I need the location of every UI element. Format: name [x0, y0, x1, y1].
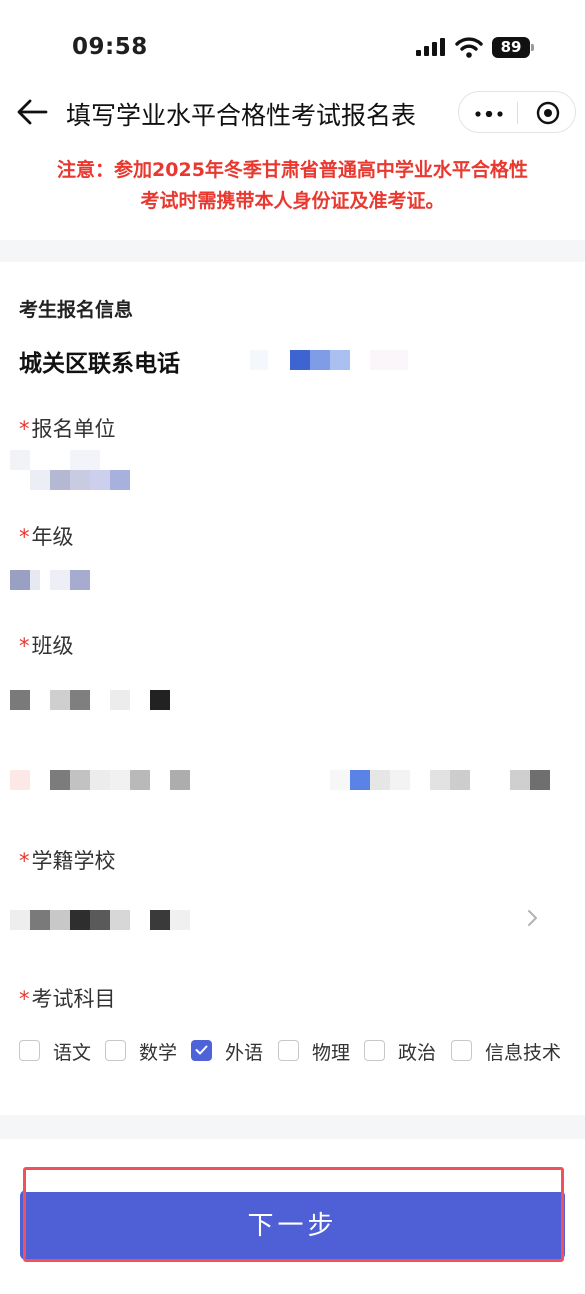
unit-value[interactable] — [10, 450, 140, 492]
field-label-text: 班级 — [31, 634, 74, 658]
wifi-icon — [455, 37, 483, 58]
subject-label: 语文 — [53, 1042, 92, 1064]
checkbox[interactable] — [105, 1040, 126, 1061]
checkbox[interactable] — [19, 1040, 40, 1061]
phone-label: 城关区联系电话 — [19, 351, 180, 377]
required-mark: * — [19, 525, 30, 549]
signal-icon — [416, 38, 445, 56]
field-label-grade: *年级 — [19, 521, 74, 551]
required-mark: * — [19, 849, 30, 873]
notice-line-1: 注意：参加2025年冬季甘肃省普通高中学业水平合格性 — [57, 159, 528, 181]
field-label-school: *学籍学校 — [19, 845, 116, 875]
class-value[interactable] — [10, 690, 180, 710]
field-label-text: 考试科目 — [31, 987, 116, 1011]
battery-tip — [531, 44, 534, 51]
section-title: 考生报名信息 — [19, 299, 134, 321]
field-label-subjects: *考试科目 — [19, 983, 116, 1013]
subject-label: 外语 — [225, 1042, 264, 1064]
field-label-text: 学籍学校 — [31, 849, 116, 873]
required-mark: * — [19, 987, 30, 1011]
school-value[interactable] — [10, 910, 190, 930]
subject-label: 物理 — [312, 1042, 351, 1064]
checkbox[interactable] — [278, 1040, 299, 1061]
capsule-divider — [517, 102, 518, 124]
check-icon — [195, 1045, 208, 1055]
section-divider — [0, 240, 585, 262]
redacted-phone-number — [250, 350, 410, 370]
field-label-text: 年级 — [31, 525, 74, 549]
notice-line-2: 考试时需携带本人身份证及准考证。 — [140, 190, 445, 212]
footer-divider — [0, 1115, 585, 1139]
required-mark: * — [19, 417, 30, 441]
field-label-class: *班级 — [19, 630, 74, 660]
subject-label: 政治 — [398, 1042, 437, 1064]
field-label-text: 报名单位 — [31, 417, 116, 441]
status-time: 09:58 — [72, 34, 148, 60]
highlight-overlay-fill — [26, 1170, 561, 1192]
chevron-right-icon[interactable] — [526, 908, 540, 928]
required-mark: * — [19, 634, 30, 658]
subject-label: 数学 — [139, 1042, 178, 1064]
class-options-row[interactable] — [10, 770, 550, 790]
nav-bar: 填写学业水平合格性考试报名表 — [0, 88, 585, 138]
subject-label: 信息技术 — [485, 1042, 562, 1064]
mini-program-capsule — [458, 91, 576, 133]
checkbox-checked[interactable] — [191, 1040, 212, 1061]
page-title: 填写学业水平合格性考试报名表 — [66, 101, 417, 130]
checkbox[interactable] — [364, 1040, 385, 1061]
next-step-button[interactable]: 下一步 — [20, 1190, 565, 1260]
close-mini-program-icon[interactable] — [536, 101, 560, 125]
battery-icon: 89 — [492, 37, 534, 58]
subject-checkbox-group: 语文 数学 外语 物理 政治 信息技术 — [19, 1038, 579, 1064]
field-label-unit: *报名单位 — [19, 413, 116, 443]
back-arrow-icon[interactable] — [16, 97, 50, 127]
battery-level: 89 — [492, 37, 530, 58]
exam-notice: 注意：参加2025年冬季甘肃省普通高中学业水平合格性 考试时需携带本人身份证及准… — [0, 155, 585, 217]
grade-value[interactable] — [10, 570, 100, 590]
checkbox[interactable] — [451, 1040, 472, 1061]
more-icon[interactable] — [475, 111, 503, 117]
status-bar: 09:58 89 — [0, 0, 585, 92]
